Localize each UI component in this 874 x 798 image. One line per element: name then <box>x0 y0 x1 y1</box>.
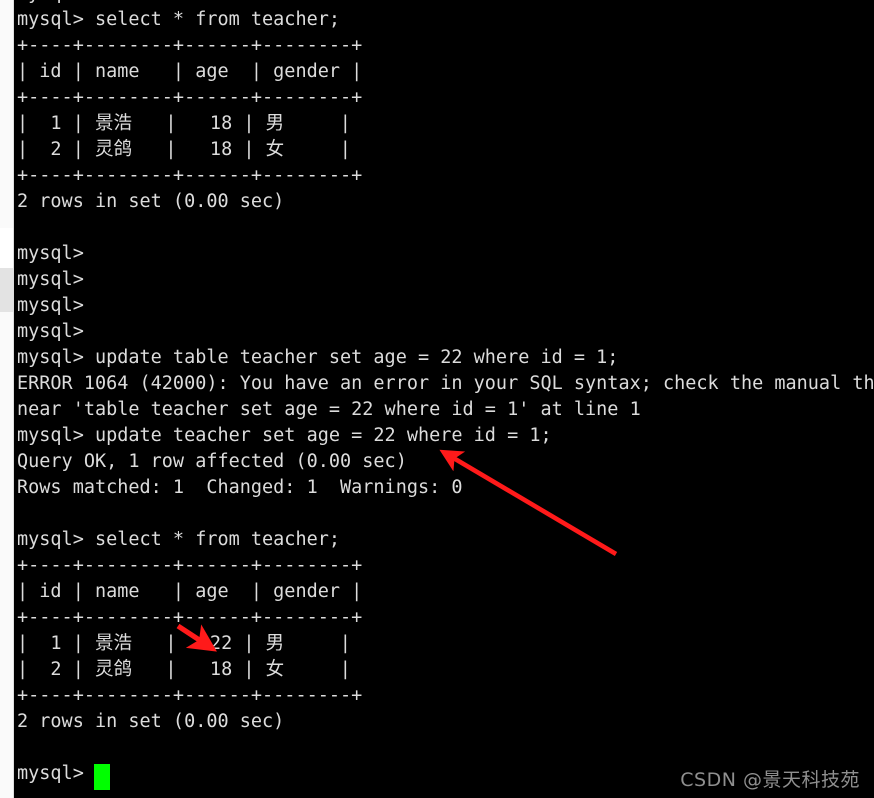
csdn-watermark: CSDN @景天科技苑 <box>680 769 860 791</box>
terminal-line: +----+--------+------+--------+ <box>17 165 363 186</box>
terminal-line: mysql> <box>17 243 84 264</box>
terminal-line: | 2 | 灵鸽 | 18 | 女 | <box>17 139 351 160</box>
terminal-cursor <box>94 764 110 790</box>
terminal-line: mysql> <box>17 0 874 7</box>
gutter-segment-top <box>0 0 13 228</box>
page-left-gutter[interactable] <box>0 0 14 798</box>
terminal-line: mysql> update table teacher set age = 22… <box>17 347 619 368</box>
terminal-line: mysql> <box>17 321 84 342</box>
terminal-line: +----+--------+------+--------+ <box>17 607 363 628</box>
terminal-line: 2 rows in set (0.00 sec) <box>17 711 285 732</box>
terminal-line-error: near 'table teacher set age = 22 where i… <box>17 399 641 420</box>
terminal-line: mysql> <box>17 269 84 290</box>
terminal-line: +----+--------+------+--------+ <box>17 685 363 706</box>
terminal-window[interactable]: mysql> mysql> select * from teacher; +--… <box>14 0 874 798</box>
terminal-output: mysql> mysql> select * from teacher; +--… <box>17 0 874 787</box>
terminal-line: Query OK, 1 row affected (0.00 sec) <box>17 451 407 472</box>
terminal-line: +----+--------+------+--------+ <box>17 35 363 56</box>
terminal-line: | 2 | 灵鸽 | 18 | 女 | <box>17 659 351 680</box>
terminal-line: +----+--------+------+--------+ <box>17 87 363 108</box>
terminal-line: mysql> update teacher set age = 22 where… <box>17 425 552 446</box>
gutter-segment-white <box>0 228 13 268</box>
terminal-line: | 1 | 景浩 | 18 | 男 | <box>17 113 351 134</box>
gutter-scroll-thumb[interactable] <box>0 268 13 312</box>
gutter-segment-bottom <box>0 312 13 798</box>
terminal-line: mysql> <box>17 295 84 316</box>
terminal-line: | id | name | age | gender | <box>17 61 363 82</box>
screenshot-root: mysql> mysql> select * from teacher; +--… <box>0 0 874 798</box>
terminal-line: mysql> select * from teacher; <box>17 9 341 30</box>
terminal-line: Rows matched: 1 Changed: 1 Warnings: 0 <box>17 477 463 498</box>
terminal-line: | id | name | age | gender | <box>17 581 363 602</box>
terminal-line: mysql> select * from teacher; <box>17 529 341 550</box>
terminal-line: 2 rows in set (0.00 sec) <box>17 191 285 212</box>
terminal-line: +----+--------+------+--------+ <box>17 555 363 576</box>
terminal-line: | 1 | 景浩 | 22 | 男 | <box>17 633 351 654</box>
terminal-line-error: ERROR 1064 (42000): You have an error in… <box>17 373 874 394</box>
